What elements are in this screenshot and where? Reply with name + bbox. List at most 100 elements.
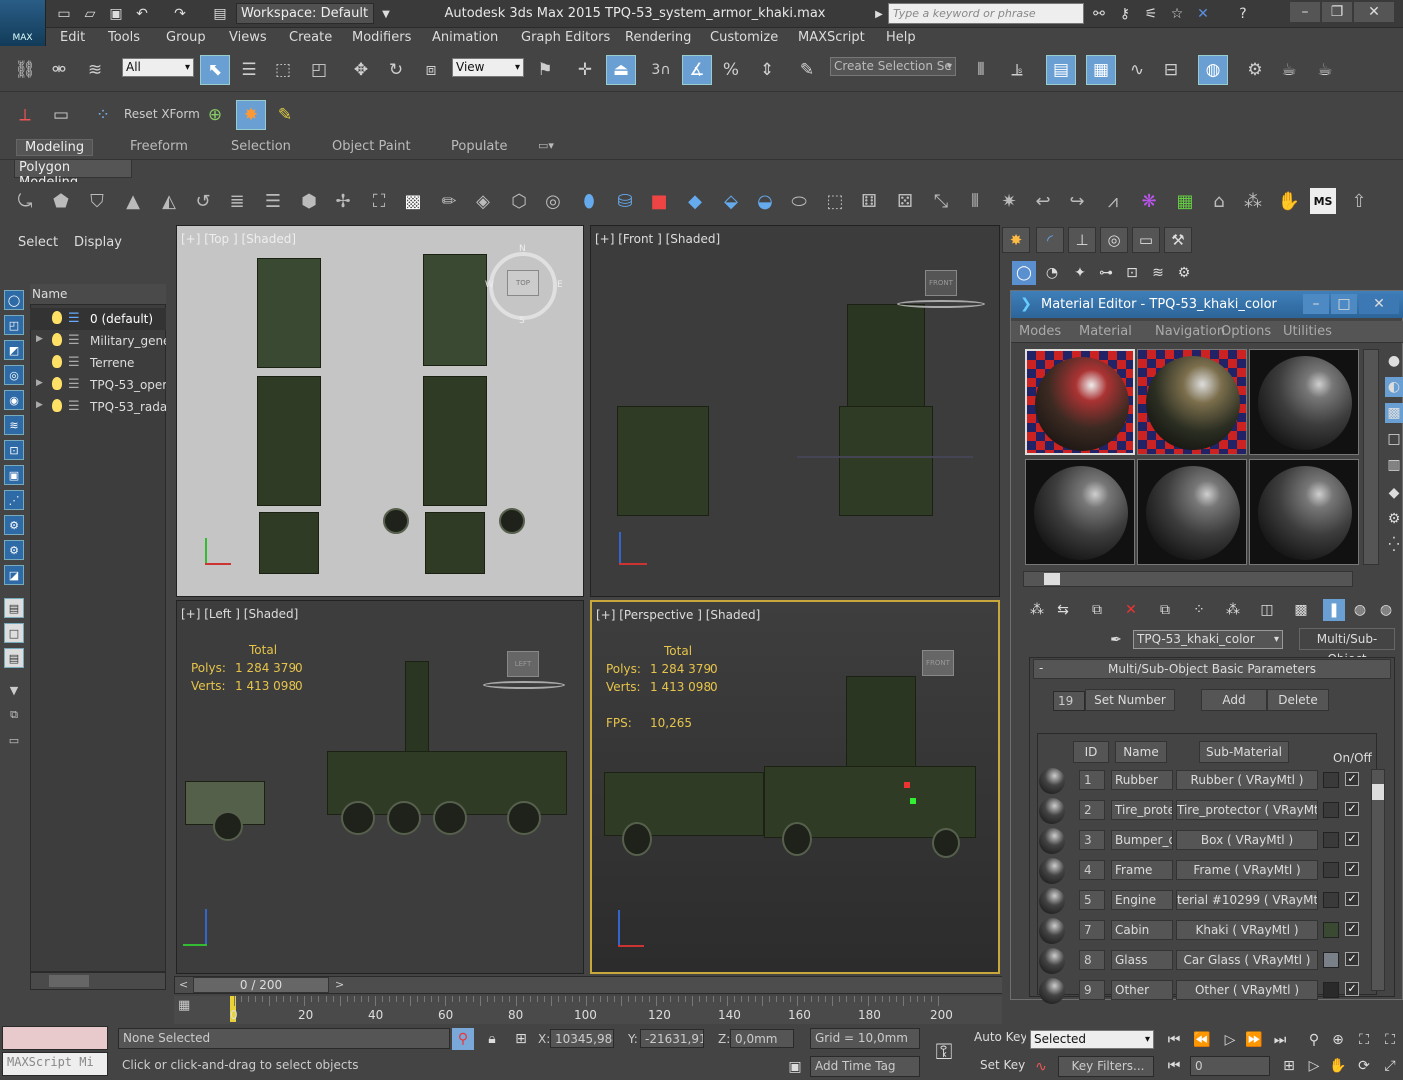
motion-tab-icon[interactable]: ◎ (1100, 227, 1128, 253)
show-shaded-material-icon[interactable]: ▩ (1289, 599, 1313, 621)
put-to-library-icon[interactable]: ⁂ (1221, 599, 1245, 621)
sub-material-name[interactable]: Frame (1111, 860, 1173, 880)
rectangular-selection-icon[interactable]: ⬚ (268, 55, 298, 85)
hierarchy-tab-icon[interactable]: ⊥ (1068, 227, 1096, 253)
time-tag-icon[interactable]: ▣ (786, 1058, 804, 1076)
sub-material-row[interactable]: 9 Other Other ( VRayMtl ) ✓ (1031, 977, 1383, 1004)
y-coordinate-field[interactable]: -21631,91 (640, 1029, 704, 1048)
graph-icon[interactable]: ⩘ (1100, 188, 1126, 214)
color-swatch[interactable] (1323, 832, 1339, 848)
bind-spacewarp-icon[interactable]: ≋ (80, 55, 110, 85)
close-icon[interactable]: ✕ (1359, 294, 1399, 314)
select-by-name-icon[interactable]: ☰ (234, 55, 264, 85)
ribbon-tool-icon[interactable]: ↺ (190, 188, 216, 214)
on-off-checkbox[interactable]: ✓ (1345, 802, 1359, 816)
options-icon[interactable]: ⚙ (1385, 509, 1403, 529)
viewport-label[interactable]: [+] [Perspective ] [Shaded] (596, 608, 760, 622)
plane-icon[interactable]: ■ (646, 188, 672, 214)
explorer-tool-icon[interactable]: ◎ (4, 365, 24, 385)
help-icon[interactable]: ? (1232, 4, 1254, 24)
sub-material-button[interactable]: Rubber ( VRayMtl ) (1176, 770, 1318, 790)
rotate-icon[interactable]: ↻ (381, 55, 411, 85)
color-swatch[interactable] (1323, 922, 1339, 938)
curve-editor-icon[interactable]: ∿ (1122, 55, 1152, 85)
explorer-tool-icon[interactable]: ◪ (4, 565, 24, 585)
sub-material-name[interactable]: Tire_prote (1111, 800, 1173, 820)
sample-type-icon[interactable]: ● (1385, 351, 1403, 371)
search-input[interactable]: Type a keyword or phrase (888, 3, 1084, 24)
material-slot[interactable] (1249, 349, 1359, 455)
menu-tools[interactable]: Tools (108, 30, 140, 45)
ribbon-tool-icon[interactable]: ⬢ (296, 188, 322, 214)
star-tool-icon[interactable]: ✸ (236, 100, 266, 130)
me-menu-navigation[interactable]: Navigation (1155, 324, 1225, 339)
utilities-tab-icon[interactable]: ⚒ (1164, 227, 1192, 253)
cylinder-icon[interactable]: ⛁ (612, 188, 638, 214)
zoom-icon[interactable]: ⚲ (1302, 1030, 1326, 1050)
pivot-tool-icon[interactable]: ⟂ (10, 100, 40, 130)
symmetry-icon[interactable]: ⫴ (962, 188, 988, 214)
sub-material-scrollbar[interactable] (1371, 769, 1385, 991)
sub-material-row[interactable]: 4 Frame Frame ( VRayMtl ) ✓ (1031, 857, 1383, 884)
maximize-icon[interactable]: ❐ (1322, 2, 1352, 22)
select-object-icon[interactable]: ⬉ (200, 55, 230, 85)
sub-material-button[interactable]: Khaki ( VRayMtl ) (1176, 920, 1318, 940)
on-off-checkbox[interactable]: ✓ (1345, 892, 1359, 906)
viewport-perspective[interactable]: [+] [Perspective ] [Shaded] Total Polys:… (590, 600, 1000, 974)
pivot-center-tool-icon[interactable]: ⊕ (200, 100, 230, 130)
menu-rendering[interactable]: Rendering (625, 30, 691, 45)
save-icon[interactable]: ▣ (106, 4, 126, 24)
light-bulb-icon[interactable] (52, 377, 62, 390)
next-frame-icon[interactable]: > (335, 978, 344, 991)
go-to-parent-icon[interactable]: ◍ (1349, 599, 1371, 621)
ribbon-tool-icon[interactable]: ⌂ (1206, 188, 1232, 214)
time-configuration-icon[interactable]: ⊞ (1278, 1056, 1300, 1076)
material-slot[interactable] (1137, 349, 1247, 455)
field-of-view-icon[interactable]: ▷ (1302, 1056, 1326, 1076)
create-tab-icon[interactable]: ✸ (1002, 227, 1030, 253)
menu-customize[interactable]: Customize (710, 30, 778, 45)
material-preview-icon[interactable] (1039, 888, 1065, 914)
key-mode-dropdown[interactable]: Selected (1030, 1030, 1154, 1049)
pick-material-eyedropper-icon[interactable]: ✒ (1105, 629, 1127, 651)
explorer-tool-icon[interactable]: ◩ (4, 340, 24, 360)
explorer-horizontal-scrollbar[interactable] (30, 972, 166, 990)
xform-icon[interactable]: ⤡ (928, 188, 954, 214)
viewport-label[interactable]: [+] [Front ] [Shaded] (595, 232, 720, 246)
light-bulb-icon[interactable] (52, 399, 62, 412)
orbit-icon[interactable]: ⟳ (1352, 1056, 1376, 1076)
maxscript-listener-top[interactable] (2, 1026, 108, 1050)
expand-arrow-icon[interactable]: ▶ (36, 378, 43, 388)
layer-row[interactable]: ▶☰TPQ-53_opera (30, 374, 166, 396)
go-forward-sibling-icon[interactable]: ◍ (1375, 599, 1397, 621)
selection-filter-dropdown[interactable]: All (122, 58, 194, 77)
slots-vertical-scrollbar[interactable] (1363, 349, 1379, 565)
explorer-tab-select[interactable]: Select (18, 235, 58, 250)
z-coordinate-field[interactable]: 0,0mm (730, 1029, 794, 1048)
material-preview-icon[interactable] (1039, 918, 1065, 944)
shapes-icon[interactable]: ◔ (1040, 261, 1064, 285)
layer-row[interactable]: ▶☰Military_genera (30, 330, 166, 352)
explorer-tool-icon[interactable]: ⊡ (4, 440, 24, 460)
grid-icon[interactable]: ▦ (1172, 188, 1198, 214)
cameras-icon[interactable]: ⊶ (1094, 261, 1118, 285)
material-slot[interactable] (1249, 459, 1359, 565)
curve-editor-mini-icon[interactable]: ▦ (178, 998, 202, 1020)
menu-create[interactable]: Create (289, 30, 332, 45)
lights-icon[interactable]: ✦ (1068, 261, 1092, 285)
layer-row[interactable]: ☰ Terrene (30, 352, 166, 374)
modify-tab-icon[interactable]: ◜ (1036, 227, 1064, 253)
sub-material-id[interactable]: 5 (1079, 890, 1105, 910)
layer-explorer-icon[interactable]: ▤ (1046, 55, 1076, 85)
box-icon[interactable]: ◆ (682, 188, 708, 214)
explorer-tool-icon[interactable]: ◯ (4, 290, 24, 310)
rendered-frame-window-icon[interactable]: ☕ (1274, 55, 1304, 85)
ribbon-tool-icon[interactable]: ↪ (1064, 188, 1090, 214)
polygon-modeling-panel[interactable]: Polygon Modeling (14, 159, 132, 190)
schematic-view-icon[interactable]: ⊟ (1156, 55, 1186, 85)
viewport-left[interactable]: [+] [Left ] [Shaded] Total Polys: 1 284 … (176, 600, 584, 974)
tab-freeform[interactable]: Freeform (130, 139, 188, 154)
application-button[interactable]: MAX (0, 0, 46, 46)
time-slider-thumb[interactable]: 0 / 200 (193, 977, 329, 993)
helpers-icon[interactable]: ⊡ (1120, 261, 1144, 285)
